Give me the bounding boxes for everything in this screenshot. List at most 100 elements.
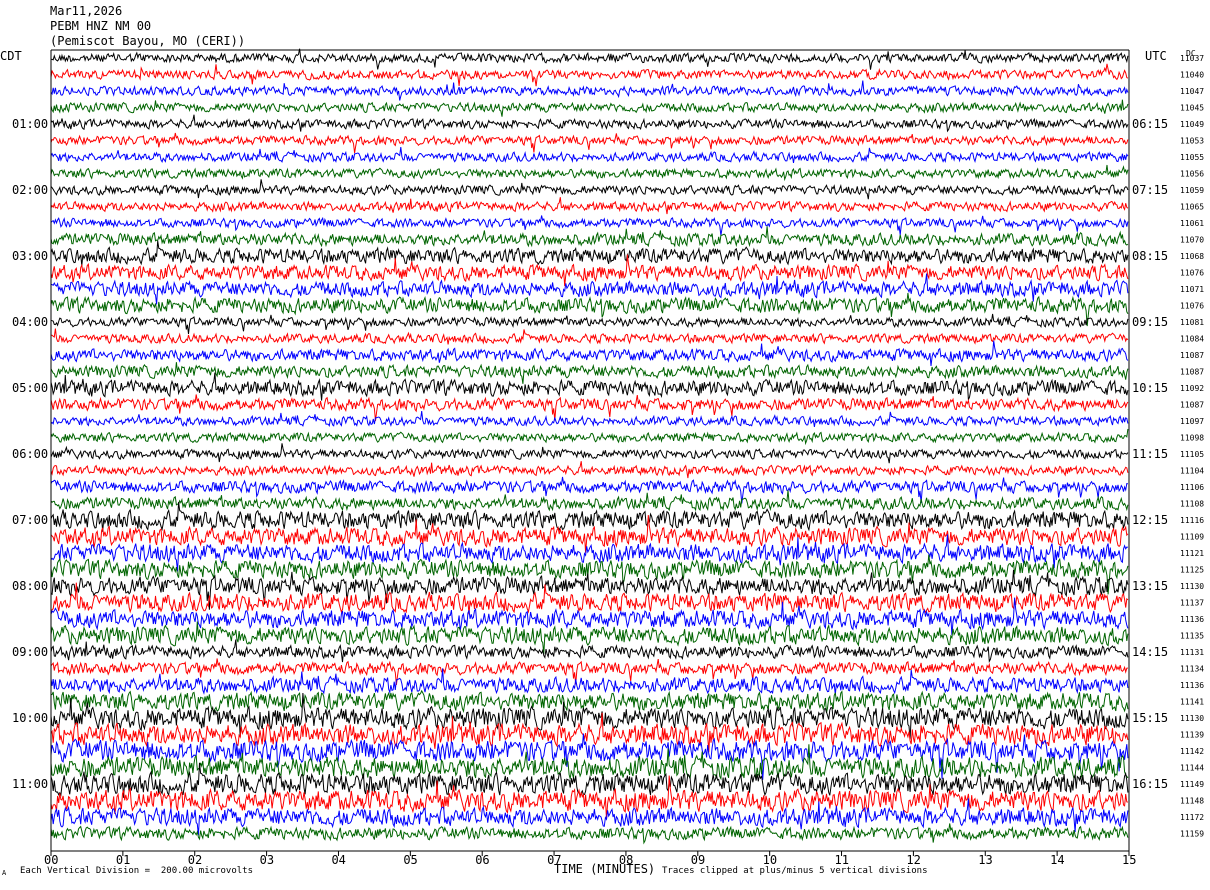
trace-row-6 xyxy=(50,147,1129,164)
trace-row-38 xyxy=(50,668,1129,695)
dc-offset-label-14: 11071 xyxy=(1180,285,1204,294)
trace-row-4 xyxy=(50,114,1129,133)
left-hour-label-5: 06:00 xyxy=(12,447,48,461)
clip-note: Traces clipped at plus/minus 5 vertical … xyxy=(662,866,928,876)
dc-offset-label-11: 11070 xyxy=(1180,236,1204,245)
trace-row-20 xyxy=(50,372,1129,401)
x-tick-label-10: 10 xyxy=(763,853,777,867)
dc-offset-label-5: 11053 xyxy=(1180,137,1204,146)
left-hour-label-2: 03:00 xyxy=(12,249,48,263)
dc-offset-label-3: 11045 xyxy=(1180,104,1204,113)
dc-offset-label-4: 11049 xyxy=(1180,120,1204,129)
left-hour-label-6: 07:00 xyxy=(12,513,48,527)
trace-row-1 xyxy=(50,63,1129,87)
trace-row-9 xyxy=(50,197,1129,215)
right-hour-label-0: 06:15 xyxy=(1132,117,1168,131)
trace-row-12 xyxy=(50,240,1129,266)
left-hour-label-10: 11:00 xyxy=(12,777,48,791)
trace-row-21 xyxy=(50,394,1129,422)
dc-offset-label-22: 11097 xyxy=(1180,417,1204,426)
left-hour-label-7: 08:00 xyxy=(12,579,48,593)
trace-row-17 xyxy=(51,328,1129,345)
dc-offset-label-34: 11136 xyxy=(1180,615,1204,624)
dc-offset-label-28: 11116 xyxy=(1180,516,1204,525)
dc-offset-label-0: 11037 xyxy=(1180,54,1204,63)
dc-offset-label-16: 11081 xyxy=(1180,318,1204,327)
trace-row-19 xyxy=(50,362,1129,384)
right-hour-label-8: 14:15 xyxy=(1132,645,1168,659)
trace-row-28 xyxy=(50,501,1129,532)
dc-offset-label-46: 11172 xyxy=(1180,813,1204,822)
x-tick-label-6: 06 xyxy=(475,853,489,867)
dc-offset-label-39: 11141 xyxy=(1180,698,1204,707)
right-hour-label-3: 09:15 xyxy=(1132,315,1168,329)
trace-row-33 xyxy=(50,582,1129,615)
right-hour-label-1: 07:15 xyxy=(1132,183,1168,197)
left-hour-label-0: 01:00 xyxy=(12,117,48,131)
dc-offset-label-20: 11092 xyxy=(1180,384,1204,393)
dc-offset-label-31: 11125 xyxy=(1180,566,1204,575)
right-hour-label-6: 12:15 xyxy=(1132,513,1168,527)
dc-offset-label-40: 11130 xyxy=(1180,714,1204,723)
trace-row-0 xyxy=(50,48,1129,70)
left-hour-label-3: 04:00 xyxy=(12,315,48,329)
x-axis-title: TIME (MINUTES) xyxy=(554,862,656,876)
dc-offset-label-37: 11134 xyxy=(1180,665,1204,674)
trace-row-27 xyxy=(50,490,1129,512)
trace-row-31 xyxy=(50,554,1129,595)
dc-offset-label-38: 11136 xyxy=(1180,681,1204,690)
corner-mark: A xyxy=(2,869,7,877)
x-tick-label-9: 09 xyxy=(691,853,705,867)
dc-offset-label-23: 11098 xyxy=(1180,434,1204,443)
x-tick-label-14: 14 xyxy=(1050,853,1064,867)
right-hour-label-10: 16:15 xyxy=(1132,777,1168,791)
dc-offset-label-33: 11137 xyxy=(1180,599,1204,608)
dc-offset-label-42: 11142 xyxy=(1180,747,1204,756)
trace-row-16 xyxy=(50,313,1129,334)
dc-offset-label-21: 11087 xyxy=(1180,401,1204,410)
dc-offset-label-26: 11106 xyxy=(1180,483,1204,492)
x-tick-label-3: 03 xyxy=(260,853,274,867)
trace-row-5 xyxy=(50,132,1129,153)
trace-row-24 xyxy=(50,443,1129,464)
x-tick-label-12: 12 xyxy=(906,853,920,867)
x-tick-label-15: 15 xyxy=(1122,853,1136,867)
helicorder-svg: 11037 11040 11047 11045 11049 11053 11055 11056… xyxy=(12,48,1204,867)
dc-offset-label-43: 11144 xyxy=(1180,764,1204,773)
dc-offset-label-13: 11076 xyxy=(1180,269,1204,278)
dc-offset-label-41: 11139 xyxy=(1180,731,1204,740)
dc-offset-label-6: 11055 xyxy=(1180,153,1204,162)
dc-offset-label-2: 11047 xyxy=(1180,87,1204,96)
dc-offset-label-29: 11109 xyxy=(1180,533,1204,542)
dc-offset-label-8: 11059 xyxy=(1180,186,1204,195)
dc-offset-label-19: 11087 xyxy=(1180,368,1204,377)
left-hour-label-9: 10:00 xyxy=(12,711,48,725)
dc-offset-label-24: 11105 xyxy=(1180,450,1204,459)
trace-row-18 xyxy=(50,340,1129,366)
dc-offset-label-45: 11148 xyxy=(1180,797,1204,806)
right-hour-label-9: 15:15 xyxy=(1132,711,1168,725)
helicorder-chart: 11037 11040 11047 11045 11049 11053 11055 11056… xyxy=(0,0,1210,890)
dc-offset-label-25: 11104 xyxy=(1180,467,1204,476)
left-hour-label-1: 02:00 xyxy=(12,183,48,197)
dc-offset-label-27: 11108 xyxy=(1180,500,1204,509)
trace-row-37 xyxy=(50,658,1128,686)
right-hour-label-7: 13:15 xyxy=(1132,579,1168,593)
left-hour-label-4: 05:00 xyxy=(12,381,48,395)
trace-row-11 xyxy=(50,226,1129,248)
trace-row-3 xyxy=(50,99,1129,117)
dc-offset-label-10: 11061 xyxy=(1180,219,1204,228)
dc-offset-label-30: 11121 xyxy=(1180,549,1204,558)
dc-offset-label-47: 11159 xyxy=(1180,830,1204,839)
x-tick-label-5: 05 xyxy=(403,853,417,867)
dc-offset-label-44: 11149 xyxy=(1180,780,1204,789)
x-tick-label-0: 00 xyxy=(44,853,58,867)
right-hour-label-4: 10:15 xyxy=(1132,381,1168,395)
x-tick-label-13: 13 xyxy=(978,853,992,867)
right-hour-label-5: 11:15 xyxy=(1132,447,1168,461)
trace-row-10 xyxy=(50,215,1129,236)
trace-row-22 xyxy=(50,411,1129,428)
x-tick-label-1: 01 xyxy=(116,853,130,867)
trace-row-8 xyxy=(50,179,1129,200)
trace-row-2 xyxy=(50,80,1129,101)
